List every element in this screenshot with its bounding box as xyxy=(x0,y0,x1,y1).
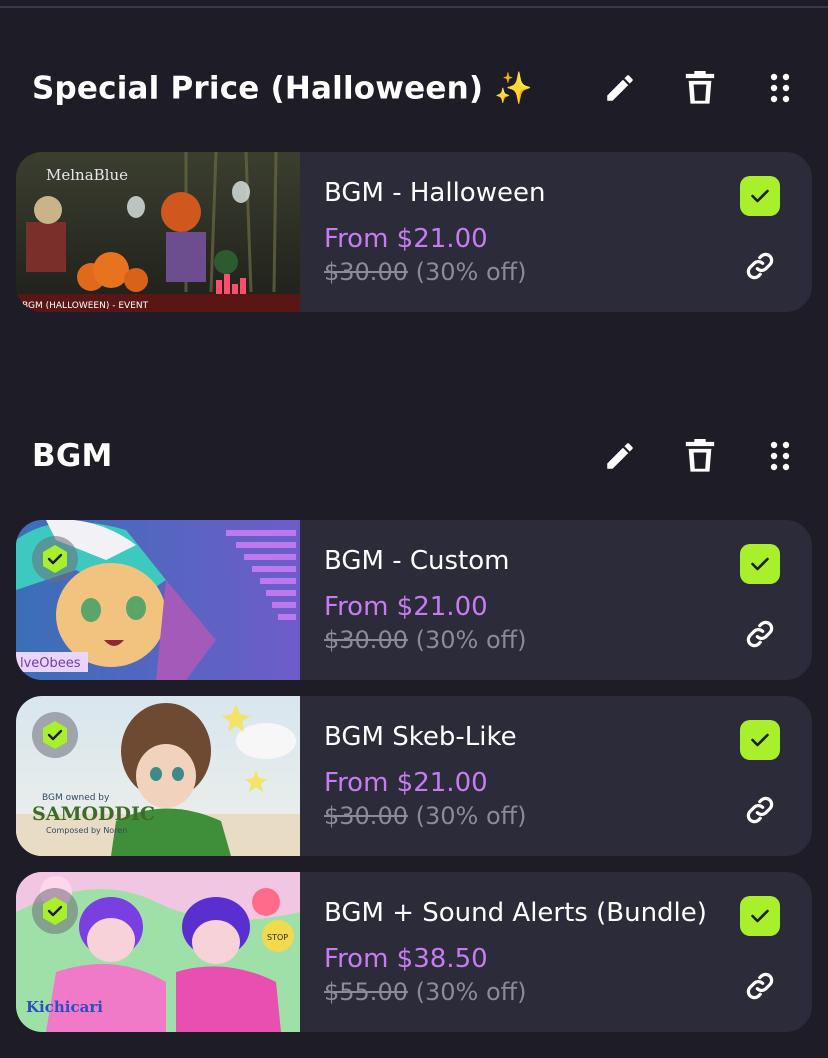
verified-badge xyxy=(32,888,78,934)
discount-label: (30% off) xyxy=(415,978,527,1006)
product-old-price: $30.00 (30% off) xyxy=(324,258,527,286)
verified-badge xyxy=(32,712,78,758)
svg-text:MelnaBlue: MelnaBlue xyxy=(46,166,128,184)
product-card[interactable]: lveObees BGM - Custom From $21.00 $30.00… xyxy=(16,520,812,680)
product-old-price: $55.00 (30% off) xyxy=(324,978,527,1006)
original-price: $55.00 xyxy=(324,978,408,1006)
product-title: BGM - Custom xyxy=(324,546,510,576)
copy-link-button[interactable] xyxy=(744,970,776,1002)
product-title: BGM + Sound Alerts (Bundle) xyxy=(324,898,707,928)
product-title: BGM - Halloween xyxy=(324,178,546,208)
original-price: $30.00 xyxy=(324,258,408,286)
discount-label: (30% off) xyxy=(415,802,527,830)
section-header-special-price: Special Price (Halloween) ✨ xyxy=(0,58,828,118)
select-checkbox[interactable] xyxy=(740,544,780,584)
discount-label: (30% off) xyxy=(415,258,527,286)
section-title: Special Price (Halloween) ✨ xyxy=(32,70,534,107)
top-divider xyxy=(0,6,828,8)
drag-section-handle[interactable] xyxy=(760,436,800,476)
shield-check-icon xyxy=(43,721,67,749)
link-icon xyxy=(746,620,774,648)
shield-check-icon xyxy=(43,897,67,925)
drag-section-handle[interactable] xyxy=(760,68,800,108)
svg-text:Kichicari: Kichicari xyxy=(26,998,103,1016)
product-old-price: $30.00 (30% off) xyxy=(324,626,527,654)
pencil-icon xyxy=(607,75,633,101)
product-thumbnail: BGM owned by SAMODDIC Composed by Noren xyxy=(16,696,300,856)
product-thumbnail: STOP Kichicari xyxy=(16,872,300,1032)
original-price: $30.00 xyxy=(324,802,408,830)
product-price: From $21.00 xyxy=(324,224,488,254)
drag-handle-icon xyxy=(770,441,790,471)
discount-label: (30% off) xyxy=(415,626,527,654)
delete-section-button[interactable] xyxy=(680,436,720,476)
product-card[interactable]: MelnaBlue BGM (HALLOWEEN) - EVENT BGM - … xyxy=(16,152,812,312)
delete-section-button[interactable] xyxy=(680,68,720,108)
svg-text:BGM (HALLOWEEN) - EVENT: BGM (HALLOWEEN) - EVENT xyxy=(22,301,149,311)
edit-section-button[interactable] xyxy=(600,436,640,476)
verified-badge xyxy=(32,536,78,582)
product-card[interactable]: STOP Kichicari BGM + Sound Alerts (Bundl… xyxy=(16,872,812,1032)
product-price: From $38.50 xyxy=(324,944,488,974)
section-header-bgm: BGM xyxy=(0,426,828,486)
link-icon xyxy=(746,796,774,824)
product-title: BGM Skeb-Like xyxy=(324,722,517,752)
select-checkbox[interactable] xyxy=(740,896,780,936)
checkmark-icon xyxy=(751,733,769,747)
pencil-icon xyxy=(607,443,633,469)
svg-text:SAMODDIC: SAMODDIC xyxy=(32,803,155,825)
svg-text:STOP: STOP xyxy=(267,933,288,942)
product-price: From $21.00 xyxy=(324,768,488,798)
product-price: From $21.00 xyxy=(324,592,488,622)
link-icon xyxy=(746,972,774,1000)
checkmark-icon xyxy=(751,557,769,571)
select-checkbox[interactable] xyxy=(740,176,780,216)
copy-link-button[interactable] xyxy=(744,794,776,826)
section-title: BGM xyxy=(32,438,113,474)
drag-handle-icon xyxy=(770,73,790,103)
product-card[interactable]: BGM owned by SAMODDIC Composed by Noren … xyxy=(16,696,812,856)
checkmark-icon xyxy=(751,909,769,923)
edit-section-button[interactable] xyxy=(600,68,640,108)
copy-link-button[interactable] xyxy=(744,618,776,650)
svg-text:BGM owned by: BGM owned by xyxy=(42,793,110,803)
checkmark-icon xyxy=(751,189,769,203)
copy-link-button[interactable] xyxy=(744,250,776,282)
product-thumbnail: lveObees xyxy=(16,520,300,680)
link-icon xyxy=(746,252,774,280)
select-checkbox[interactable] xyxy=(740,720,780,760)
trash-icon xyxy=(685,439,715,472)
shield-check-icon xyxy=(43,545,67,573)
original-price: $30.00 xyxy=(324,626,408,654)
svg-text:Composed by Noren: Composed by Noren xyxy=(46,826,127,835)
product-old-price: $30.00 (30% off) xyxy=(324,802,527,830)
trash-icon xyxy=(685,71,715,104)
svg-text:lveObees: lveObees xyxy=(20,656,81,671)
product-thumbnail: MelnaBlue BGM (HALLOWEEN) - EVENT xyxy=(16,152,300,312)
